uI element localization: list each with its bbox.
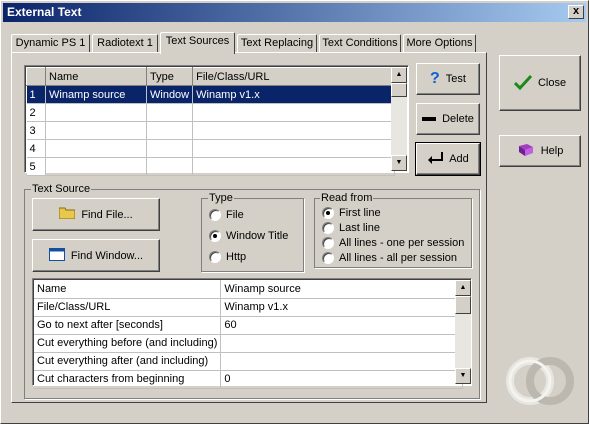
window-title: External Text (7, 5, 82, 19)
tab-text-replacing[interactable]: Text Replacing (237, 34, 317, 53)
external-text-window: External Text x Dynamic PS 1 Radiotext 1… (0, 0, 589, 424)
help-button-label: Help (540, 145, 564, 157)
title-bar: External Text x (3, 3, 586, 22)
help-button[interactable]: Help (499, 135, 581, 167)
tab-text-conditions[interactable]: Text Conditions (319, 34, 401, 53)
close-window-icon[interactable]: x (568, 5, 584, 19)
text-sources-panel (11, 52, 487, 403)
close-button-label: Close (537, 77, 567, 89)
checkmark-icon (513, 74, 533, 93)
tab-text-sources[interactable]: Text Sources (160, 32, 235, 54)
tab-dynamic-ps-1[interactable]: Dynamic PS 1 (11, 34, 90, 53)
help-book-icon (517, 143, 535, 160)
close-button[interactable]: Close (499, 55, 581, 111)
tab-radiotext-1[interactable]: Radiotext 1 (92, 34, 158, 53)
tab-more-options[interactable]: More Options (403, 34, 476, 53)
app-logo-icon (504, 356, 576, 406)
